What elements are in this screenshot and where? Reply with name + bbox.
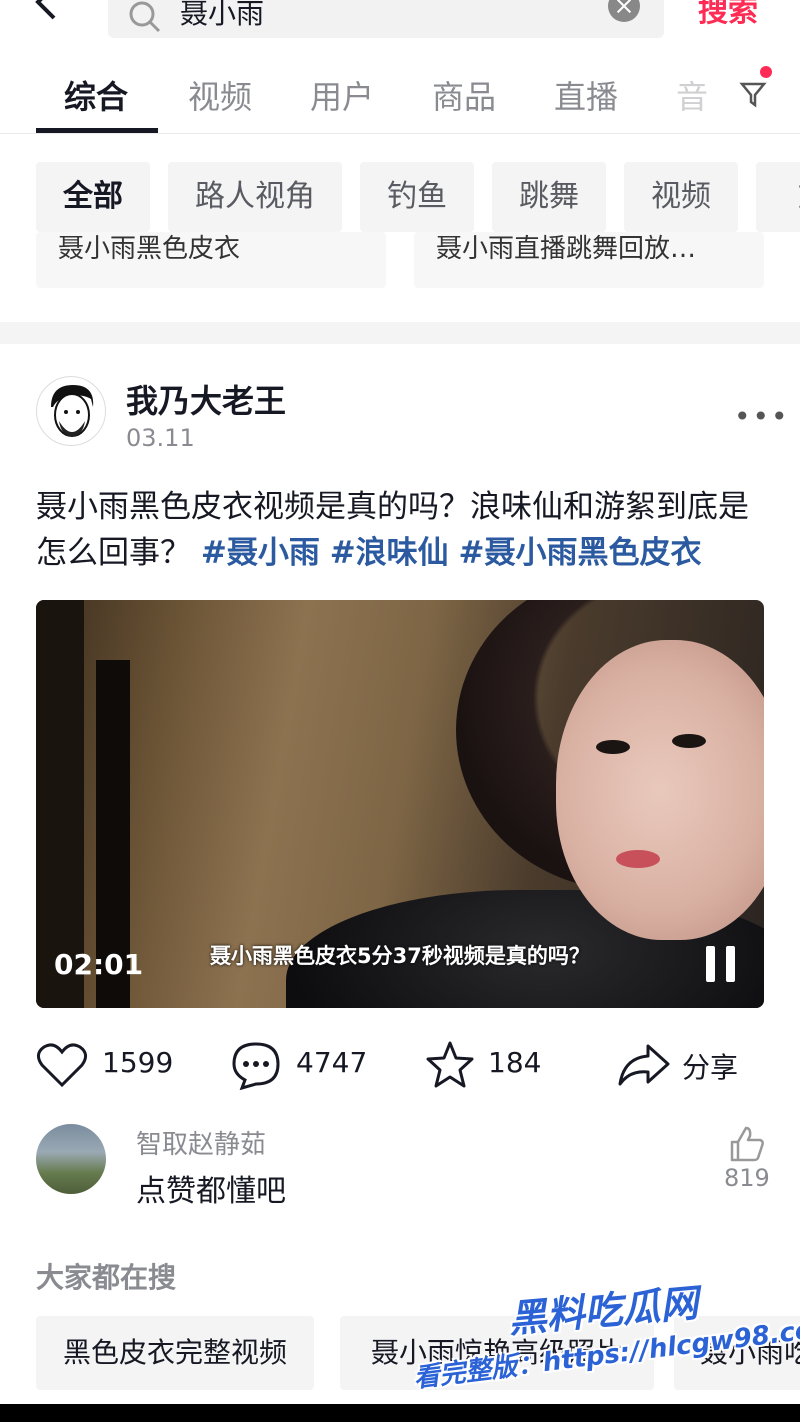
- previous-results: 聂小雨黑色皮衣 聂小雨直播跳舞回放…: [0, 232, 800, 292]
- search-input[interactable]: 聂小雨: [108, 0, 664, 38]
- star-icon: [426, 1041, 474, 1088]
- video-lips: [616, 850, 660, 868]
- author-avatar[interactable]: [36, 376, 106, 446]
- thumb-up-icon[interactable]: [726, 1124, 766, 1164]
- chip-fishing[interactable]: 钓鱼: [360, 162, 474, 232]
- like-button[interactable]: 1599: [36, 1036, 176, 1096]
- post-caption[interactable]: 聂小雨黑色皮衣视频是真的吗？浪味仙和游絮到底是怎么回事？ #聂小雨 #浪味仙 #…: [36, 484, 766, 576]
- like-count: 1599: [102, 1046, 174, 1079]
- favorite-count: 184: [488, 1046, 542, 1079]
- video-eye: [596, 740, 630, 754]
- avatar-portrait-icon: [51, 385, 94, 437]
- comment-icon: [232, 1042, 280, 1090]
- author-name[interactable]: 我乃大老王: [126, 376, 286, 422]
- post-actions: 1599 4747 184 分享: [36, 1036, 776, 1096]
- comment-like-count: 819: [724, 1164, 770, 1192]
- chip-more[interactable]: 旗: [756, 162, 800, 232]
- comment-count: 4747: [296, 1046, 368, 1079]
- favorite-button[interactable]: 184: [424, 1036, 554, 1096]
- prev-card[interactable]: 聂小雨直播跳舞回放…: [414, 232, 764, 288]
- chip-dance[interactable]: 跳舞: [492, 162, 606, 232]
- tab-users[interactable]: 用户: [310, 72, 374, 118]
- top-bar: 聂小雨 搜索: [0, 0, 800, 60]
- active-tab-indicator: [36, 128, 158, 133]
- search-button[interactable]: 搜索: [698, 0, 758, 30]
- video-face: [556, 640, 764, 940]
- bottom-bar: [0, 1404, 800, 1422]
- chip-all[interactable]: 全部: [36, 162, 150, 232]
- video-player[interactable]: 02:01 聂小雨黑色皮衣5分37秒视频是真的吗？: [36, 600, 764, 1008]
- filter-chips: 全部 路人视角 钓鱼 跳舞 视频 旗: [0, 162, 800, 232]
- tab-goods[interactable]: 商品: [432, 72, 496, 118]
- more-options-icon[interactable]: •••: [734, 400, 790, 433]
- top-comment[interactable]: 智取赵静茹 点赞都懂吧 819: [36, 1124, 770, 1214]
- comment-button[interactable]: 4747: [230, 1036, 370, 1096]
- commenter-avatar[interactable]: [36, 1124, 106, 1194]
- section-divider: [0, 322, 800, 344]
- video-bg-door: [36, 600, 84, 1008]
- chip-video[interactable]: 视频: [624, 162, 738, 232]
- hot-search-item[interactable]: 黑色皮衣完整视频: [36, 1316, 314, 1390]
- share-button[interactable]: 分享: [616, 1036, 766, 1096]
- pause-icon[interactable]: [702, 946, 742, 982]
- hashtag-link[interactable]: #聂小雨黑色皮衣: [459, 535, 702, 571]
- tab-video[interactable]: 视频: [188, 72, 252, 118]
- comment-text: 点赞都懂吧: [136, 1174, 286, 1209]
- prev-card-title: 聂小雨黑色皮衣: [58, 234, 241, 264]
- heart-icon: [37, 1043, 87, 1088]
- hashtag-link[interactable]: #聂小雨: [201, 535, 320, 571]
- post-date: 03.11: [126, 424, 195, 452]
- video-subtitle: 聂小雨黑色皮衣5分37秒视频是真的吗？: [210, 944, 590, 968]
- clear-icon[interactable]: [608, 0, 640, 22]
- filter-icon[interactable]: [738, 78, 770, 110]
- tab-all[interactable]: 综合: [64, 72, 128, 118]
- notification-dot: [760, 66, 772, 78]
- video-eye: [672, 734, 706, 748]
- back-arrow-icon[interactable]: [28, 0, 68, 22]
- search-icon: [129, 1, 161, 33]
- prev-card[interactable]: 聂小雨黑色皮衣: [36, 232, 386, 288]
- hashtag-link[interactable]: #浪味仙: [330, 535, 449, 571]
- chip-passerby[interactable]: 路人视角: [168, 162, 342, 232]
- commenter-name[interactable]: 智取赵静茹: [136, 1124, 266, 1161]
- result-tabs: 综合 视频 用户 商品 直播 音: [0, 60, 800, 134]
- video-duration: 02:01: [54, 948, 144, 981]
- search-query: 聂小雨: [180, 0, 265, 30]
- share-label: 分享: [682, 1051, 739, 1084]
- hot-search-title: 大家都在搜: [36, 1261, 177, 1294]
- share-icon: [618, 1044, 670, 1086]
- tab-live[interactable]: 直播: [554, 72, 618, 118]
- prev-card-title: 聂小雨直播跳舞回放…: [436, 234, 697, 264]
- tab-music[interactable]: 音: [676, 72, 708, 118]
